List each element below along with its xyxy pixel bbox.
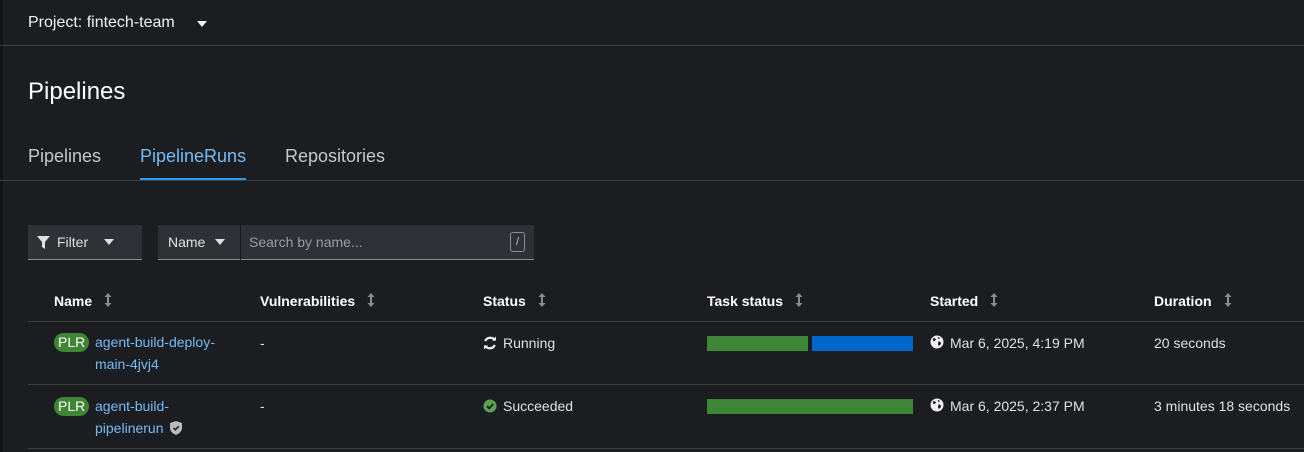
column-header-status[interactable]: Status bbox=[483, 293, 546, 309]
keyboard-shortcut-hint: / bbox=[510, 232, 525, 252]
task-bar-running[interactable] bbox=[812, 336, 913, 351]
column-header-label: Started bbox=[930, 293, 979, 309]
column-header-label: Task status bbox=[707, 293, 783, 309]
pipelinerun-link-text: agent-build-pipelinerun bbox=[95, 398, 169, 436]
started-cell: Mar 6, 2025, 4:19 PM bbox=[930, 335, 1085, 351]
signed-shield-icon bbox=[169, 421, 182, 435]
vulnerabilities-value: - bbox=[260, 398, 265, 414]
column-header-label: Vulnerabilities bbox=[260, 293, 356, 309]
started-value: Mar 6, 2025, 2:37 PM bbox=[950, 398, 1085, 414]
status-cell: Succeeded bbox=[483, 398, 573, 414]
status-label: Succeeded bbox=[503, 398, 574, 414]
column-header-label: Duration bbox=[1154, 293, 1212, 309]
page-title: Pipelines bbox=[28, 78, 126, 105]
column-header-label: Name bbox=[54, 293, 93, 309]
task-bar-succeeded[interactable] bbox=[707, 336, 808, 351]
attribute-select-label: Name bbox=[168, 234, 206, 250]
duration-value: 20 seconds bbox=[1154, 335, 1226, 351]
sort-icon bbox=[990, 293, 998, 307]
caret-down-icon bbox=[104, 239, 115, 245]
project-selector[interactable]: Project: fintech-team bbox=[0, 0, 1304, 46]
status-cell: Running bbox=[483, 335, 555, 351]
column-header-duration[interactable]: Duration bbox=[1154, 293, 1232, 309]
started-cell: Mar 6, 2025, 2:37 PM bbox=[930, 398, 1085, 414]
filter-label: Filter bbox=[57, 234, 89, 250]
row-divider bbox=[28, 321, 1304, 322]
check-circle-icon bbox=[483, 399, 497, 413]
pipelinerun-link[interactable]: agent-build-pipelinerun bbox=[95, 395, 195, 439]
sort-icon bbox=[104, 293, 112, 307]
tab-pipelineruns[interactable]: PipelineRuns bbox=[140, 146, 247, 180]
sort-icon bbox=[367, 293, 375, 307]
left-edge bbox=[0, 0, 3, 452]
search-input[interactable] bbox=[241, 234, 491, 250]
filter-dropdown[interactable]: Filter bbox=[28, 225, 142, 260]
plr-badge: PLR bbox=[54, 333, 90, 352]
pipelinerun-link[interactable]: agent-build-deploy-main-4jvj4 bbox=[95, 331, 245, 375]
project-selector-label: Project: fintech-team bbox=[28, 13, 175, 31]
vulnerabilities-value: - bbox=[260, 335, 265, 351]
filter-icon bbox=[37, 235, 50, 249]
tab-repositories[interactable]: Repositories bbox=[285, 146, 385, 178]
column-header-started[interactable]: Started bbox=[930, 293, 998, 309]
globe-icon bbox=[930, 398, 944, 412]
search-box: / bbox=[241, 225, 534, 260]
sort-icon bbox=[538, 293, 546, 307]
sort-icon bbox=[795, 293, 803, 307]
duration-value: 3 minutes 18 seconds bbox=[1154, 398, 1291, 414]
tab-pipelines[interactable]: Pipelines bbox=[28, 146, 101, 178]
column-header-name[interactable]: Name bbox=[54, 293, 112, 309]
status-label: Running bbox=[503, 335, 556, 351]
globe-icon bbox=[930, 335, 944, 349]
attribute-select[interactable]: Name bbox=[158, 225, 240, 260]
column-header-task-status[interactable]: Task status bbox=[707, 293, 803, 309]
sync-icon bbox=[484, 336, 496, 350]
row-divider bbox=[28, 448, 1304, 449]
column-header-vulnerabilities[interactable]: Vulnerabilities bbox=[260, 293, 375, 309]
sort-icon bbox=[1224, 293, 1232, 307]
row-divider bbox=[28, 384, 1304, 385]
plr-badge: PLR bbox=[54, 397, 90, 416]
task-bar-succeeded[interactable] bbox=[707, 399, 913, 414]
started-value: Mar 6, 2025, 4:19 PM bbox=[950, 335, 1085, 351]
caret-down-icon bbox=[196, 20, 207, 27]
tab-bar: Pipelines PipelineRuns Repositories bbox=[0, 130, 1304, 181]
column-header-label: Status bbox=[483, 293, 526, 309]
caret-down-icon bbox=[215, 239, 226, 245]
